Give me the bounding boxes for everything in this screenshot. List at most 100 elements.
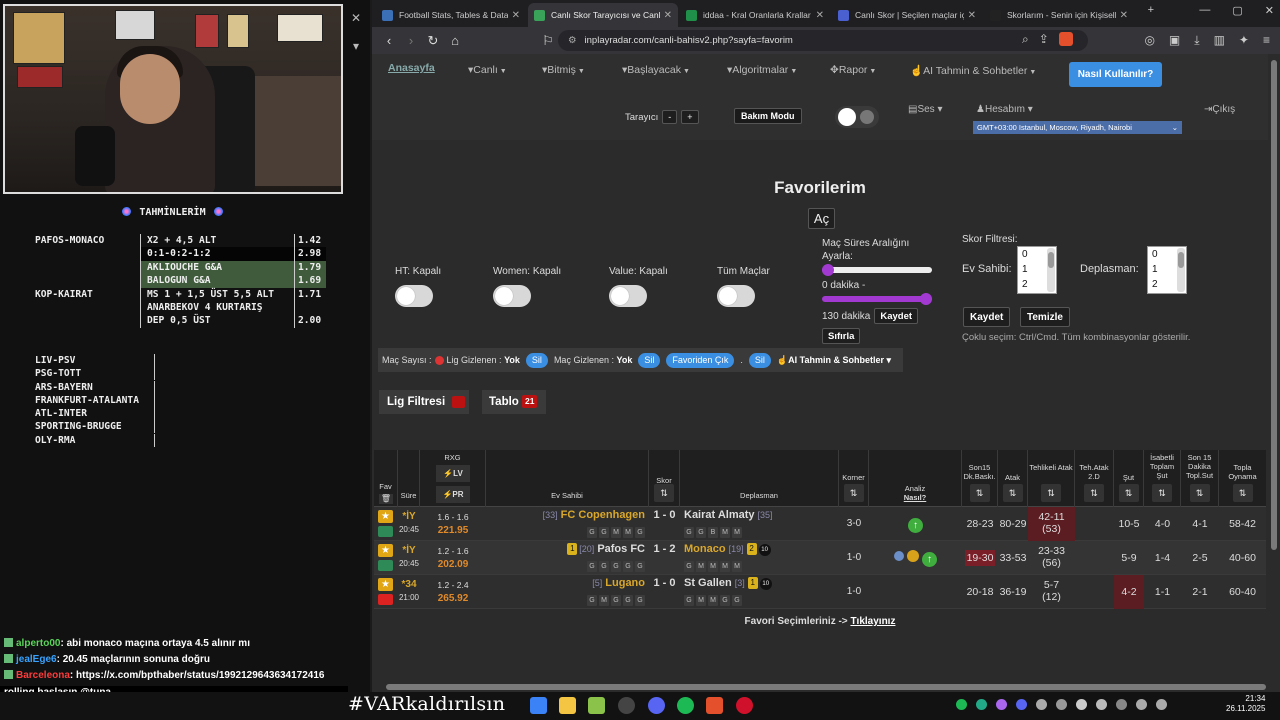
close-window-icon[interactable]: ✕ — [1265, 4, 1274, 17]
theme-toggle[interactable] — [835, 106, 879, 128]
tab-close-icon[interactable]: ✕ — [968, 10, 976, 21]
range-reset-button[interactable]: Sıfırla — [822, 328, 861, 344]
back-icon[interactable]: ‹ — [378, 33, 400, 48]
sound-menu[interactable]: ▤Ses ▾ — [908, 104, 943, 115]
browser-tab[interactable]: Canlı Skor | Seçilen maçlar için ca ✕ — [832, 3, 982, 27]
close-icon[interactable]: ✕ — [345, 4, 367, 32]
share-icon[interactable]: ⇪ — [1039, 32, 1049, 47]
away-team[interactable]: St Gallen — [684, 577, 732, 589]
tray-app-icon[interactable] — [976, 699, 987, 710]
vpn-icon[interactable]: ◎ — [1144, 33, 1154, 48]
browser-tab[interactable]: Football Stats, Tables & Data | Soc ✕ — [376, 3, 526, 27]
remove-favorites-button[interactable]: Favoriden Çık — [666, 352, 735, 368]
nav-algoritmalar[interactable]: ▾Algoritmalar ▼ — [727, 64, 797, 76]
chat-user[interactable]: alperto00 — [16, 638, 60, 649]
sort-icon[interactable]: ⇅ — [1152, 484, 1172, 502]
sort-icon[interactable]: ⇅ — [843, 484, 864, 502]
notepad-icon[interactable] — [588, 697, 605, 714]
leo-icon[interactable]: ✦ — [1239, 33, 1249, 48]
sort-icon[interactable]: ⇅ — [1232, 484, 1253, 502]
pr-sort-button[interactable]: ⚡PR — [436, 486, 470, 503]
sort-icon[interactable]: ⇅ — [1002, 484, 1023, 502]
minimize-window-icon[interactable]: — — [1199, 4, 1210, 17]
value-toggle[interactable] — [609, 285, 647, 307]
bomb-icon[interactable] — [894, 551, 904, 561]
footer-link[interactable]: Tıklayınız — [850, 616, 895, 627]
clear-hidden-leagues-button[interactable]: Sil — [525, 352, 548, 368]
nav-canli[interactable]: ▾Canlı ▼ — [468, 64, 507, 76]
tray-app3-icon[interactable] — [1056, 699, 1067, 710]
clear-hidden-matches-button[interactable]: Sil — [638, 352, 661, 368]
maximize-window-icon[interactable]: ▢ — [1232, 4, 1242, 17]
score-clear-button[interactable]: Temizle — [1020, 307, 1070, 327]
help-button[interactable]: Nasıl Kullanılır? — [1069, 62, 1162, 87]
home-icon[interactable]: ⌂ — [444, 33, 466, 48]
how-link[interactable]: Nasıl? — [869, 493, 961, 502]
away-score-listbox[interactable]: 012 — [1147, 246, 1187, 294]
sort-icon[interactable]: ⇅ — [1118, 484, 1139, 502]
minimize-icon[interactable]: ▾ — [345, 32, 367, 60]
tab-close-icon[interactable]: ✕ — [664, 10, 672, 21]
wallet-icon[interactable]: ▣ — [1169, 33, 1180, 48]
slider-thumb[interactable] — [822, 264, 834, 276]
sort-icon[interactable]: ⇅ — [1084, 484, 1104, 502]
star-icon[interactable]: ★ — [378, 544, 393, 557]
tab-close-icon[interactable]: ✕ — [1120, 10, 1128, 21]
sidebar-icon[interactable]: ▥ — [1214, 33, 1225, 48]
ai-menu[interactable]: ☝AI Tahmin & Sohbetler ▾ — [777, 355, 891, 366]
reload-icon[interactable]: ↻ — [422, 33, 444, 49]
clear-button[interactable]: Sil — [748, 352, 771, 368]
tray-spotify-icon[interactable] — [956, 699, 967, 710]
logout-link[interactable]: ⇥Çıkış — [1204, 104, 1235, 115]
all-matches-toggle[interactable] — [717, 285, 755, 307]
site-info-icon[interactable]: ⚙ — [568, 35, 577, 46]
tray-discord-icon[interactable] — [1016, 699, 1027, 710]
open-button[interactable]: Aç — [808, 208, 835, 229]
away-team[interactable]: Kairat Almaty — [684, 509, 755, 521]
obs-icon[interactable] — [618, 697, 635, 714]
home-team[interactable]: Pafos FC — [597, 543, 645, 555]
nav-home[interactable]: Anasayfa — [388, 62, 435, 74]
nav-baslayacak[interactable]: ▾Başlayacak ▼ — [622, 64, 690, 76]
trash-icon[interactable]: 🗑 — [379, 494, 393, 504]
discord-icon[interactable] — [648, 697, 665, 714]
score-save-button[interactable]: Kaydet — [963, 307, 1011, 327]
sort-icon[interactable]: ⇅ — [1189, 484, 1210, 502]
tray-app6-icon[interactable] — [1116, 699, 1127, 710]
ht-toggle[interactable] — [395, 285, 433, 307]
nav-ai[interactable]: ☝AI Tahmin & Sohbetler ▼ — [910, 64, 1036, 77]
forward-icon[interactable]: › — [400, 33, 422, 48]
opera-icon[interactable] — [736, 697, 753, 714]
wifi-icon[interactable] — [1136, 699, 1147, 710]
chat-user[interactable]: jealEge6 — [16, 654, 57, 665]
menu-icon[interactable]: ≡ — [1263, 33, 1270, 48]
tray-pen-icon[interactable] — [996, 699, 1007, 710]
start-icon[interactable] — [530, 697, 547, 714]
sort-icon[interactable]: ⇅ — [654, 484, 674, 502]
horizontal-scrollbar[interactable] — [372, 682, 1280, 692]
sort-icon[interactable]: ⇅ — [969, 484, 990, 502]
brave-icon[interactable] — [706, 697, 723, 714]
account-menu[interactable]: ♟Hesabım ▾ — [976, 104, 1033, 115]
spotify-icon[interactable] — [677, 697, 694, 714]
women-toggle[interactable] — [493, 285, 531, 307]
tab-close-icon[interactable]: ✕ — [816, 10, 824, 21]
vertical-scrollbar[interactable] — [1268, 54, 1280, 682]
volume-icon[interactable] — [1156, 699, 1167, 710]
maintenance-button[interactable]: Bakım Modu — [734, 108, 802, 124]
new-tab-icon[interactable]: + — [1148, 4, 1154, 16]
clock[interactable]: 21:34 26.11.2025 — [1226, 694, 1265, 714]
scanner-plus-button[interactable]: + — [681, 110, 699, 124]
nav-rapor[interactable]: ✥Rapor ▼ — [830, 64, 876, 76]
nav-bitmis[interactable]: ▾Bitmiş ▼ — [542, 64, 585, 76]
league-filter-button[interactable]: Lig Filtresi — [379, 390, 469, 414]
home-score-listbox[interactable]: 012 — [1017, 246, 1057, 294]
star-icon[interactable]: ★ — [378, 578, 393, 591]
slider-thumb[interactable] — [920, 293, 932, 305]
scanner-minus-button[interactable]: - — [662, 110, 678, 124]
home-team[interactable]: FC Copenhagen — [561, 509, 645, 521]
range-save-button[interactable]: Kaydet — [874, 308, 919, 324]
timezone-select[interactable]: GMT+03:00 Istanbul, Moscow, Riyadh, Nair… — [973, 121, 1182, 134]
bookmark-icon[interactable]: ⚐ — [537, 33, 559, 49]
table-button[interactable]: Tablo 21 — [482, 390, 546, 414]
